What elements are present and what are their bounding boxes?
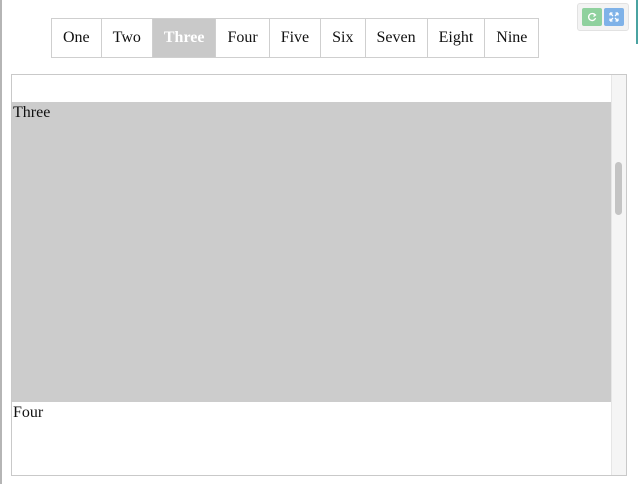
tab-six[interactable]: Six — [321, 19, 366, 57]
section-label: Four — [13, 404, 44, 421]
section-label: Three — [13, 104, 51, 121]
tab-seven[interactable]: Seven — [365, 19, 428, 57]
tab-two[interactable]: Two — [101, 19, 153, 57]
tab-bar: One Two Three Four Five Six Seven Eight … — [51, 18, 540, 58]
scrollbar-thumb[interactable] — [615, 162, 622, 215]
section-three: Three — [12, 102, 612, 402]
expand-icon — [609, 12, 619, 22]
tab-eight[interactable]: Eight — [427, 19, 486, 57]
tab-four[interactable]: Four — [216, 19, 270, 57]
expand-button[interactable] — [604, 8, 624, 26]
scroll-panel[interactable]: Three Four — [11, 74, 627, 476]
vertical-scrollbar[interactable] — [611, 75, 626, 475]
window-edge-left — [0, 0, 2, 484]
tab-nine[interactable]: Nine — [485, 19, 540, 57]
tab-five[interactable]: Five — [269, 19, 322, 57]
section-four: Four — [12, 402, 612, 475]
corner-toolbar — [577, 3, 629, 31]
refresh-icon — [588, 12, 597, 22]
refresh-button[interactable] — [582, 8, 602, 26]
tab-one[interactable]: One — [52, 19, 102, 57]
tab-three[interactable]: Three — [152, 19, 217, 57]
panel-content: Three Four — [12, 75, 612, 475]
